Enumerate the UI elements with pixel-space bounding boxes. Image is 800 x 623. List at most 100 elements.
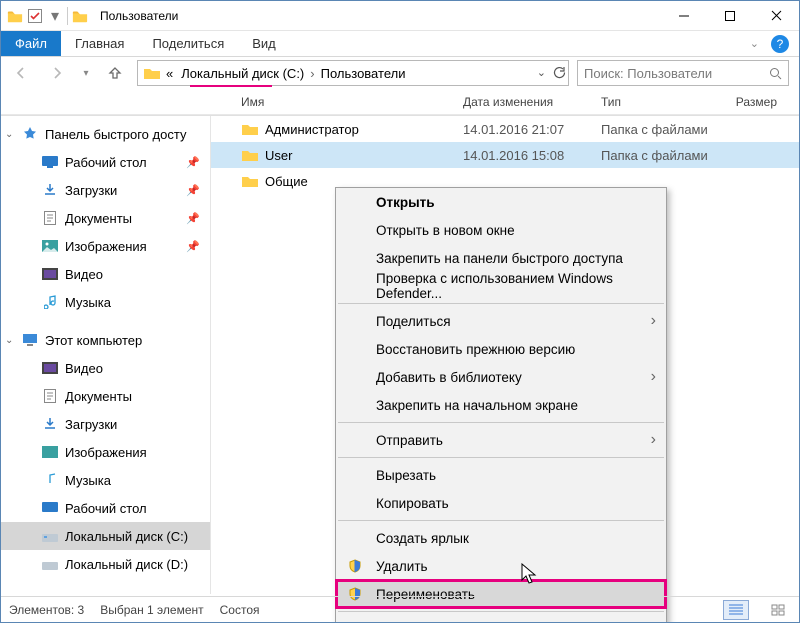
- sidebar-item-local-disk-c[interactable]: Локальный диск (C:): [1, 522, 210, 550]
- column-size[interactable]: Размер: [729, 95, 789, 109]
- sidebar-label: Видео: [65, 361, 103, 376]
- breadcrumb-item[interactable]: Пользователи: [317, 66, 410, 81]
- menu-scan-defender[interactable]: Проверка с использованием Windows Defend…: [336, 272, 666, 300]
- window-title: Пользователи: [94, 9, 661, 23]
- pin-icon: 📌: [186, 212, 200, 225]
- sidebar-item-pictures[interactable]: Изображения: [1, 438, 210, 466]
- downloads-icon: [41, 417, 59, 431]
- menu-delete[interactable]: Удалить: [336, 552, 666, 580]
- menu-separator: [338, 520, 664, 521]
- sidebar-item-pictures[interactable]: Изображения📌: [1, 232, 210, 260]
- column-date[interactable]: Дата изменения: [463, 95, 601, 109]
- folder-icon: [7, 8, 23, 24]
- nav-up-button[interactable]: [101, 59, 129, 87]
- sidebar-label: Музыка: [65, 295, 111, 310]
- menu-send-to[interactable]: Отправить›: [336, 426, 666, 454]
- view-large-icons-button[interactable]: [765, 600, 791, 620]
- shield-icon: [346, 559, 364, 573]
- chevron-down-icon[interactable]: ⌄: [5, 129, 13, 140]
- folder-icon: [241, 148, 259, 162]
- titlebar: ▾ Пользователи: [1, 1, 799, 31]
- context-menu: Открыть Открыть в новом окне Закрепить н…: [335, 187, 667, 623]
- sidebar-this-pc[interactable]: ⌄ Этот компьютер: [1, 326, 210, 354]
- chevron-down-icon[interactable]: ⌄: [750, 37, 759, 50]
- sidebar-label: Рабочий стол: [65, 155, 147, 170]
- pictures-icon: [41, 446, 59, 458]
- sidebar-label: Документы: [65, 211, 132, 226]
- desktop-icon: [41, 502, 59, 514]
- checkbox-icon[interactable]: [27, 8, 43, 24]
- downloads-icon: [41, 183, 59, 197]
- sidebar-label: Рабочий стол: [65, 501, 147, 516]
- sidebar-item-local-disk-d[interactable]: Локальный диск (D:): [1, 550, 210, 578]
- quick-access-toolbar: ▾: [1, 7, 94, 25]
- column-headers: Имя Дата изменения Тип Размер: [1, 89, 799, 115]
- status-item-count: Элементов: 3: [9, 603, 84, 617]
- sidebar-label: Загрузки: [65, 417, 117, 432]
- documents-icon: [41, 389, 59, 403]
- address-bar-row: ▾ « Локальный диск (C:) › Пользователи ⌄…: [1, 57, 799, 89]
- divider: [67, 7, 68, 25]
- help-icon[interactable]: ?: [771, 35, 789, 53]
- explorer-window: ▾ Пользователи Файл Главная Поделиться В…: [0, 0, 800, 623]
- status-state: Состоя: [220, 603, 260, 617]
- file-date: 14.01.2016 15:08: [463, 148, 601, 163]
- qat-dropdown-icon[interactable]: ▾: [47, 8, 63, 24]
- column-type[interactable]: Тип: [601, 95, 729, 109]
- sidebar-item-videos[interactable]: Видео: [1, 260, 210, 288]
- ribbon-corner: ⌄ ?: [750, 31, 799, 56]
- sidebar-item-desktop[interactable]: Рабочий стол: [1, 494, 210, 522]
- chevron-right-icon[interactable]: ›: [308, 66, 316, 81]
- refresh-icon[interactable]: [552, 66, 566, 80]
- menu-restore-previous[interactable]: Восстановить прежнюю версию: [336, 335, 666, 363]
- menu-create-shortcut[interactable]: Создать ярлык: [336, 524, 666, 552]
- menu-open-new-window[interactable]: Открыть в новом окне: [336, 216, 666, 244]
- sidebar-item-music[interactable]: Музыка: [1, 466, 210, 494]
- view-details-button[interactable]: [723, 600, 749, 620]
- music-icon: [41, 473, 59, 487]
- menu-open[interactable]: Открыть: [336, 188, 666, 216]
- drive-icon: [41, 530, 59, 542]
- chevron-down-icon[interactable]: ⌄: [5, 335, 13, 346]
- sidebar-network[interactable]: › Сеть: [1, 588, 210, 594]
- maximize-button[interactable]: [707, 1, 753, 31]
- sidebar-item-desktop[interactable]: Рабочий стол 📌: [1, 148, 210, 176]
- minimize-button[interactable]: [661, 1, 707, 31]
- sidebar-item-downloads[interactable]: Загрузки: [1, 410, 210, 438]
- star-icon: [21, 126, 39, 142]
- address-bar[interactable]: « Локальный диск (C:) › Пользователи ⌄: [137, 60, 569, 86]
- dropdown-history-icon[interactable]: ⌄: [537, 66, 546, 80]
- tab-view[interactable]: Вид: [238, 31, 290, 56]
- chevron-right-icon: ›: [651, 368, 656, 386]
- sidebar-item-documents[interactable]: Документы 📌: [1, 204, 210, 232]
- sidebar-item-videos[interactable]: Видео: [1, 354, 210, 382]
- menu-separator: [338, 457, 664, 458]
- menu-cut[interactable]: Вырезать: [336, 461, 666, 489]
- close-button[interactable]: [753, 1, 799, 31]
- menu-add-to-library[interactable]: Добавить в библиотеку›: [336, 363, 666, 391]
- sidebar-label: Этот компьютер: [45, 333, 142, 348]
- sidebar-quick-access[interactable]: ⌄ Панель быстрого досту: [1, 120, 210, 148]
- tab-file[interactable]: Файл: [1, 31, 61, 56]
- menu-pin-start[interactable]: Закрепить на начальном экране: [336, 391, 666, 419]
- sidebar-item-documents[interactable]: Документы: [1, 382, 210, 410]
- nav-back-button[interactable]: [7, 59, 35, 87]
- sidebar-label: Панель быстрого досту: [45, 127, 186, 142]
- menu-share[interactable]: Поделиться›: [336, 307, 666, 335]
- column-name[interactable]: Имя: [241, 95, 463, 109]
- pin-icon: 📌: [186, 156, 200, 169]
- menu-pin-quick-access[interactable]: Закрепить на панели быстрого доступа: [336, 244, 666, 272]
- table-row[interactable]: Администратор 14.01.2016 21:07 Папка с ф…: [211, 116, 799, 142]
- search-input[interactable]: Поиск: Пользователи: [577, 60, 789, 86]
- menu-copy[interactable]: Копировать: [336, 489, 666, 517]
- sidebar-item-music[interactable]: Музыка: [1, 288, 210, 316]
- table-row[interactable]: User 14.01.2016 15:08 Папка с файлами: [211, 142, 799, 168]
- tab-home[interactable]: Главная: [61, 31, 138, 56]
- breadcrumb-overflow[interactable]: «: [162, 66, 177, 81]
- desktop-icon: [41, 156, 59, 168]
- nav-forward-button[interactable]: [43, 59, 71, 87]
- sidebar-item-downloads[interactable]: Загрузки📌: [1, 176, 210, 204]
- breadcrumb-item[interactable]: Локальный диск (C:): [177, 66, 308, 81]
- nav-history-dropdown[interactable]: ▾: [79, 59, 93, 87]
- tab-share[interactable]: Поделиться: [138, 31, 238, 56]
